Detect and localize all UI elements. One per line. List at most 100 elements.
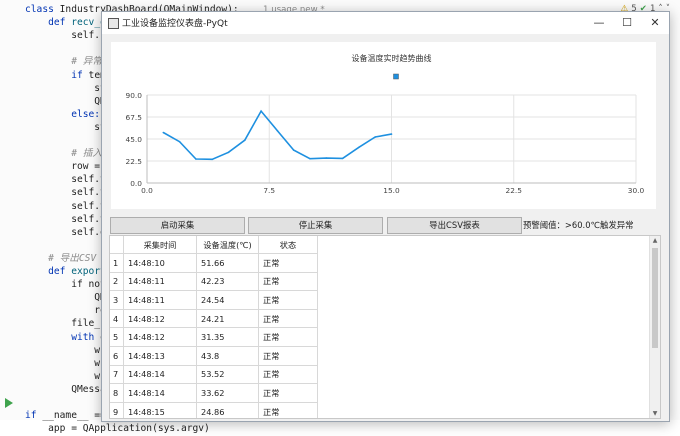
code-token: with xyxy=(25,331,101,343)
data-point xyxy=(211,158,213,161)
row-number[interactable]: 9 xyxy=(110,402,124,418)
cell-time[interactable]: 14:48:11 xyxy=(123,290,197,310)
row-number[interactable]: 8 xyxy=(110,383,124,403)
row-number[interactable]: 6 xyxy=(110,346,124,366)
x-tick-label: 22.5 xyxy=(506,186,523,195)
cell-status[interactable]: 正常 xyxy=(258,365,318,385)
code-token: class xyxy=(25,4,60,15)
data-point xyxy=(276,129,279,132)
code-token: if xyxy=(25,410,43,422)
chart-panel: 设备温度实时趋势曲线 0.0 7.5 15.0 22.5 30.0 0.0 22.5 45.0 6… xyxy=(111,42,656,209)
cell-time[interactable]: 14:48:14 xyxy=(123,365,197,385)
scrollbar-thumb[interactable] xyxy=(652,248,658,348)
code-line: app = QApplication(sys.argv) xyxy=(25,422,210,436)
cell-status[interactable]: 正常 xyxy=(258,327,318,347)
maximize-button[interactable]: ☐ xyxy=(613,13,641,33)
row-number[interactable]: 1 xyxy=(110,253,124,273)
cell-time[interactable]: 14:48:10 xyxy=(123,253,197,273)
y-tick-label: 45.0 xyxy=(126,135,143,144)
cell-time[interactable]: 14:48:14 xyxy=(123,383,197,403)
app-window: 工业设备监控仪表盘-PyQt — ☐ ✕ 设备温度实时趋势曲线 0.0 7.5 15.… xyxy=(101,11,670,422)
cell-temperature[interactable]: 24.86 xyxy=(196,402,259,418)
scroll-up-icon[interactable]: ▲ xyxy=(650,237,660,244)
header-temperature[interactable]: 设备温度(℃) xyxy=(196,236,259,254)
corner-header[interactable] xyxy=(110,236,124,254)
table-row[interactable]: 5 14:48:12 31.35 正常 xyxy=(110,327,318,347)
data-point xyxy=(244,139,246,141)
table-row[interactable]: 1 14:48:10 51.66 正常 xyxy=(110,253,318,273)
data-point xyxy=(162,131,165,134)
vertical-scrollbar[interactable]: ▲ ▼ xyxy=(649,236,660,418)
y-tick-label: 90.0 xyxy=(126,91,143,100)
row-number[interactable]: 3 xyxy=(110,290,124,310)
data-point xyxy=(358,146,360,149)
cell-temperature[interactable]: 53.52 xyxy=(196,365,259,385)
scroll-down-icon[interactable]: ▼ xyxy=(650,410,660,417)
data-point xyxy=(374,136,377,138)
close-button[interactable]: ✕ xyxy=(641,13,669,33)
code-token: self. xyxy=(25,30,101,42)
cell-status[interactable]: 正常 xyxy=(258,346,318,366)
data-point xyxy=(309,157,311,160)
y-tick-label: 67.5 xyxy=(126,113,143,122)
temperature-chart: 设备温度实时趋势曲线 0.0 7.5 15.0 22.5 30.0 0.0 22.5 45.0 6… xyxy=(126,53,645,195)
table-row[interactable]: 2 14:48:11 42.23 正常 xyxy=(110,272,318,292)
cell-time[interactable]: 14:48:15 xyxy=(123,402,197,418)
header-status[interactable]: 状态 xyxy=(258,236,318,254)
window-title: 工业设备监控仪表盘-PyQt xyxy=(122,19,228,29)
cell-status[interactable]: 正常 xyxy=(258,290,318,310)
code-token: def xyxy=(25,17,72,29)
cell-temperature[interactable]: 51.66 xyxy=(196,253,259,273)
cell-temperature[interactable]: 24.21 xyxy=(196,309,259,329)
data-point xyxy=(178,140,181,143)
data-point xyxy=(260,110,262,112)
cell-status[interactable]: 正常 xyxy=(258,253,318,273)
table-row[interactable]: 9 14:48:15 24.86 正常 xyxy=(110,402,318,418)
code-token: # 导出CSV xyxy=(25,252,97,264)
start-button[interactable]: 启动采集 xyxy=(110,217,245,234)
data-point xyxy=(227,151,230,154)
cell-status[interactable]: 正常 xyxy=(258,272,318,292)
data-point xyxy=(341,157,344,160)
code-line: # 导出CSV xyxy=(25,252,96,266)
minimize-button[interactable]: — xyxy=(585,13,613,33)
cell-temperature[interactable]: 42.23 xyxy=(196,272,259,292)
cell-time[interactable]: 14:48:12 xyxy=(123,327,197,347)
cell-temperature[interactable]: 33.62 xyxy=(196,383,259,403)
table-row[interactable]: 6 14:48:13 43.8 正常 xyxy=(110,346,318,366)
export-csv-button[interactable]: 导出CSV报表 xyxy=(387,217,522,234)
chart-title: 设备温度实时趋势曲线 xyxy=(352,53,432,63)
table-row[interactable]: 4 14:48:12 24.21 正常 xyxy=(110,309,318,329)
editor-gutter xyxy=(0,0,22,420)
cell-time[interactable]: 14:48:12 xyxy=(123,309,197,329)
cell-temperature[interactable]: 31.35 xyxy=(196,327,259,347)
cell-status[interactable]: 正常 xyxy=(258,402,318,418)
code-token: app = QApplication(sys.argv) xyxy=(25,423,210,435)
x-tick-label: 30.0 xyxy=(628,186,645,195)
data-point xyxy=(292,149,295,151)
y-tick-label: 22.5 xyxy=(126,157,143,166)
temperature-series-line xyxy=(162,109,392,161)
code-token: else: xyxy=(25,108,101,120)
cell-status[interactable]: 正常 xyxy=(258,383,318,403)
alarm-threshold-label: 预警阈值：>60.0℃触发异常 xyxy=(523,220,634,230)
stop-button[interactable]: 停止采集 xyxy=(248,217,383,234)
title-bar[interactable]: 工业设备监控仪表盘-PyQt — ☐ ✕ xyxy=(102,12,669,34)
row-number[interactable]: 7 xyxy=(110,365,124,385)
cell-time[interactable]: 14:48:13 xyxy=(123,346,197,366)
run-icon[interactable] xyxy=(5,398,13,408)
table-row[interactable]: 7 14:48:14 53.52 正常 xyxy=(110,365,318,385)
cell-status[interactable]: 正常 xyxy=(258,309,318,329)
table-row[interactable]: 8 14:48:14 33.62 正常 xyxy=(110,383,318,403)
header-time[interactable]: 采集时间 xyxy=(123,236,197,254)
cell-temperature[interactable]: 24.54 xyxy=(196,290,259,310)
code-line: else: xyxy=(25,108,100,122)
cell-temperature[interactable]: 43.8 xyxy=(196,346,259,366)
row-number[interactable]: 4 xyxy=(110,309,124,329)
data-table[interactable]: 采集时间 设备温度(℃) 状态 1 14:48:10 51.66 正常 2 14:48:1… xyxy=(109,235,661,419)
table-row[interactable]: 3 14:48:11 24.54 正常 xyxy=(110,290,318,310)
row-number[interactable]: 5 xyxy=(110,327,124,347)
row-number[interactable]: 2 xyxy=(110,272,124,292)
cell-time[interactable]: 14:48:11 xyxy=(123,272,197,292)
app-icon xyxy=(108,18,119,29)
